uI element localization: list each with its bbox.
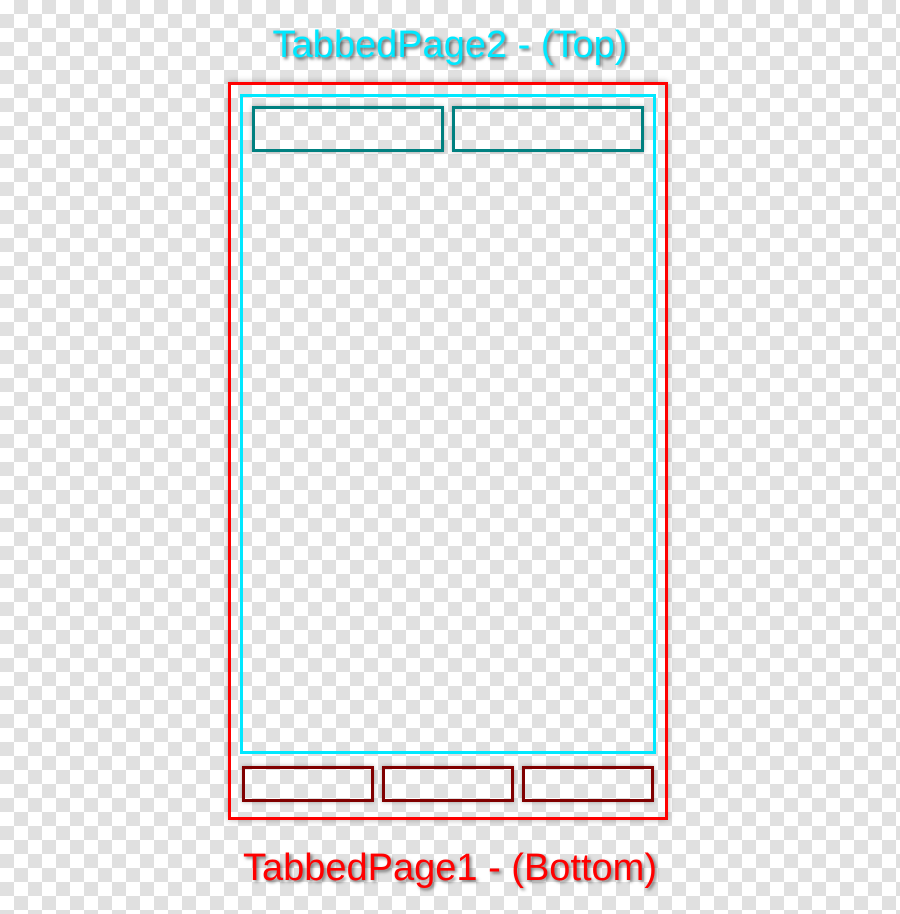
bottom-label: TabbedPage1 - (Bottom) xyxy=(0,847,900,890)
tabbedpage2-outline xyxy=(240,94,656,754)
bottom-tab-3[interactable] xyxy=(522,766,654,802)
top-tabs-container xyxy=(252,106,644,152)
top-tab-1[interactable] xyxy=(252,106,444,152)
bottom-tabs-container xyxy=(240,766,656,802)
top-tab-2[interactable] xyxy=(452,106,644,152)
bottom-tab-2[interactable] xyxy=(382,766,514,802)
bottom-tab-1[interactable] xyxy=(242,766,374,802)
top-label: TabbedPage2 - (Top) xyxy=(0,24,900,67)
